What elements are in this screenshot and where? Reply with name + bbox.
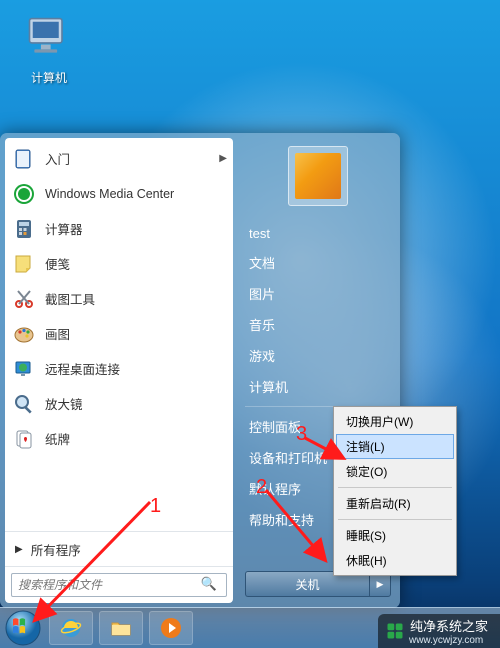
folder-icon (109, 616, 133, 640)
power-separator-1 (338, 487, 452, 488)
power-restart[interactable]: 重新启动(R) (336, 491, 454, 516)
watermark-title: 纯净系统之家 (410, 616, 488, 635)
watermark-logo-icon (386, 622, 404, 640)
pinned-getting-started[interactable]: 入门 ▶ (5, 141, 233, 176)
computer-icon (23, 52, 75, 67)
book-icon (11, 146, 37, 172)
power-hibernate[interactable]: 休眠(H) (336, 548, 454, 573)
pinned-label: 截图工具 (45, 289, 227, 308)
pinned-label: 纸牌 (45, 429, 227, 448)
snip-icon (11, 286, 37, 312)
shutdown-label: 关机 (295, 576, 319, 593)
sticky-icon (11, 251, 37, 277)
power-separator-2 (338, 519, 452, 520)
pinned-label: 便笺 (45, 254, 227, 273)
desktop-icon-computer[interactable]: 计算机 (14, 12, 84, 86)
pinned-paint[interactable]: 画图 (5, 316, 233, 351)
right-music[interactable]: 音乐 (245, 309, 391, 340)
watermark-url: www.ycwjzy.com (409, 635, 488, 646)
pinned-label: 放大镜 (45, 394, 227, 413)
wmc-icon (11, 181, 37, 207)
rdp-icon (11, 356, 37, 382)
all-programs-chevron-icon: ▶ (15, 544, 23, 555)
right-user-name[interactable]: test (245, 220, 391, 247)
search-input[interactable] (11, 573, 227, 597)
cards-icon (11, 426, 37, 452)
paint-icon (11, 321, 37, 347)
right-games[interactable]: 游戏 (245, 340, 391, 371)
submenu-chevron-icon: ▶ (219, 153, 227, 164)
power-sleep[interactable]: 睡眠(S) (336, 523, 454, 548)
pinned-sticky[interactable]: 便笺 (5, 246, 233, 281)
taskbar-wmp[interactable] (149, 611, 193, 645)
pinned-label: 计算器 (45, 219, 227, 238)
pinned-rdp[interactable]: 远程桌面连接 (5, 351, 233, 386)
pinned-solitaire[interactable]: 纸牌 (5, 421, 233, 456)
taskbar-explorer[interactable] (99, 611, 143, 645)
all-programs[interactable]: ▶ 所有程序 (5, 531, 233, 566)
search-wrap: 🔍 (5, 566, 233, 603)
start-button[interactable] (3, 608, 43, 648)
desktop-icon-label: 计算机 (14, 69, 84, 86)
start-menu-left-pane: 入门 ▶ Windows Media Center 计算器 (5, 138, 233, 603)
calc-icon (11, 216, 37, 242)
wmp-icon (159, 616, 183, 640)
pinned-label: 入门 (45, 149, 219, 168)
pinned-magnifier[interactable]: 放大镜 (5, 386, 233, 421)
power-switch-user[interactable]: 切换用户(W) (336, 409, 454, 434)
right-computer[interactable]: 计算机 (245, 371, 391, 402)
desktop: 计算机 入门 ▶ Windows Media Center (0, 0, 500, 648)
power-log-off[interactable]: 注销(L) (336, 434, 454, 459)
user-avatar-frame[interactable] (288, 146, 348, 206)
pinned-wmc[interactable]: Windows Media Center (5, 176, 233, 211)
pinned-label: Windows Media Center (45, 187, 227, 201)
power-lock[interactable]: 锁定(O) (336, 459, 454, 484)
right-pictures[interactable]: 图片 (245, 278, 391, 309)
taskbar-ie[interactable] (49, 611, 93, 645)
chevron-right-icon: ▶ (377, 579, 384, 590)
ie-icon (59, 616, 83, 640)
power-options-popup: 切换用户(W) 注销(L) 锁定(O) 重新启动(R) 睡眠(S) 休眠(H) (333, 406, 457, 576)
watermark: 纯净系统之家 www.ycwjzy.com (378, 614, 500, 648)
pinned-calculator[interactable]: 计算器 (5, 211, 233, 246)
all-programs-label: 所有程序 (31, 540, 81, 559)
right-documents[interactable]: 文档 (245, 247, 391, 278)
windows-orb-icon (5, 610, 41, 646)
magnify-icon (11, 391, 37, 417)
pinned-label: 画图 (45, 324, 227, 343)
user-avatar (295, 153, 341, 199)
pinned-list: 入门 ▶ Windows Media Center 计算器 (5, 138, 233, 531)
pinned-label: 远程桌面连接 (45, 359, 227, 378)
pinned-snip[interactable]: 截图工具 (5, 281, 233, 316)
search-icon: 🔍 (201, 576, 217, 592)
